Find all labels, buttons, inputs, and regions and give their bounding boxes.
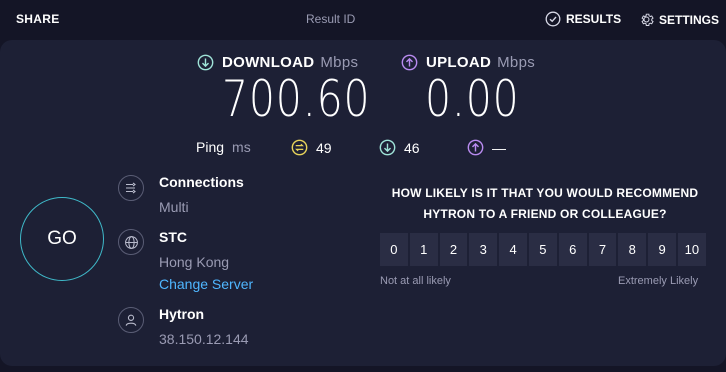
- go-button[interactable]: GO: [20, 197, 104, 281]
- upload-arrow-icon: [401, 54, 418, 71]
- share-button[interactable]: SHARE: [16, 12, 60, 26]
- rating-button-10[interactable]: 10: [677, 233, 706, 266]
- rating-button-0[interactable]: 0: [380, 233, 408, 266]
- download-header: DOWNLOAD Mbps: [197, 54, 358, 71]
- upload-header: UPLOAD Mbps: [401, 54, 535, 71]
- rating-button-8[interactable]: 8: [618, 233, 647, 266]
- rating-button-5[interactable]: 5: [528, 233, 557, 266]
- server-location: Hong Kong: [159, 254, 230, 270]
- download-value: 700.60: [222, 70, 371, 128]
- results-label: RESULTS: [566, 12, 622, 26]
- connections-icon: [118, 175, 144, 201]
- download-label: DOWNLOAD: [222, 54, 315, 71]
- results-button[interactable]: RESULTS: [545, 11, 621, 27]
- check-circle-icon: [545, 11, 561, 27]
- user-icon: [118, 307, 144, 333]
- provider-title: Hytron: [159, 306, 205, 322]
- scale-high-label: Extremely Likely: [618, 275, 699, 287]
- result-id-label: Result ID: [306, 12, 356, 26]
- globe-icon: [118, 229, 144, 255]
- ping-download-value: 46: [404, 139, 420, 156]
- rating-button-7[interactable]: 7: [588, 233, 617, 266]
- ping-download: 46: [379, 139, 420, 156]
- rating-button-4[interactable]: 4: [499, 233, 527, 266]
- settings-label: SETTINGS: [659, 12, 720, 27]
- scale-low-label: Not at all likely: [380, 275, 451, 287]
- upload-label: UPLOAD: [426, 54, 492, 71]
- upload-latency-icon: [467, 139, 484, 156]
- provider-ip: 38.150.12.144: [159, 331, 249, 347]
- survey-question-line2: HYTRON TO A FRIEND OR COLLEAGUE?: [423, 207, 667, 221]
- top-bar: SHARE Result ID RESULTS SETTINGS: [0, 0, 726, 38]
- rating-button-3[interactable]: 3: [469, 233, 498, 266]
- upload-unit: Mbps: [497, 54, 536, 71]
- settings-button[interactable]: SETTINGS: [638, 11, 719, 28]
- connections-value: Multi: [159, 199, 189, 215]
- gear-icon: [641, 13, 654, 27]
- ping-idle: 49: [291, 139, 332, 156]
- rating-button-6[interactable]: 6: [558, 233, 587, 266]
- survey-question-line1: HOW LIKELY IS IT THAT YOU WOULD RECOMMEN…: [391, 186, 699, 200]
- ping-label-group: Ping ms: [196, 139, 251, 155]
- survey-question: HOW LIKELY IS IT THAT YOU WOULD RECOMMEN…: [380, 183, 710, 225]
- download-arrow-icon: [197, 54, 214, 71]
- ping-upload: —: [467, 139, 506, 156]
- server-title: STC: [159, 229, 187, 245]
- ping-upload-value: —: [492, 139, 506, 156]
- rating-button-9[interactable]: 9: [648, 233, 676, 266]
- ping-idle-value: 49: [316, 139, 332, 156]
- ping-label: Ping: [196, 139, 225, 155]
- upload-value: 0.00: [425, 70, 520, 128]
- rating-button-2[interactable]: 2: [439, 233, 468, 266]
- idle-latency-icon: [291, 139, 308, 156]
- download-unit: Mbps: [320, 54, 359, 71]
- download-latency-icon: [379, 139, 396, 156]
- rating-scale: 0 1 2 3 4 5 6 7 8 9 10: [380, 233, 706, 266]
- change-server-link[interactable]: Change Server: [159, 276, 253, 292]
- rating-button-1[interactable]: 1: [409, 233, 438, 266]
- ping-unit: ms: [232, 139, 251, 155]
- connections-title: Connections: [159, 174, 244, 190]
